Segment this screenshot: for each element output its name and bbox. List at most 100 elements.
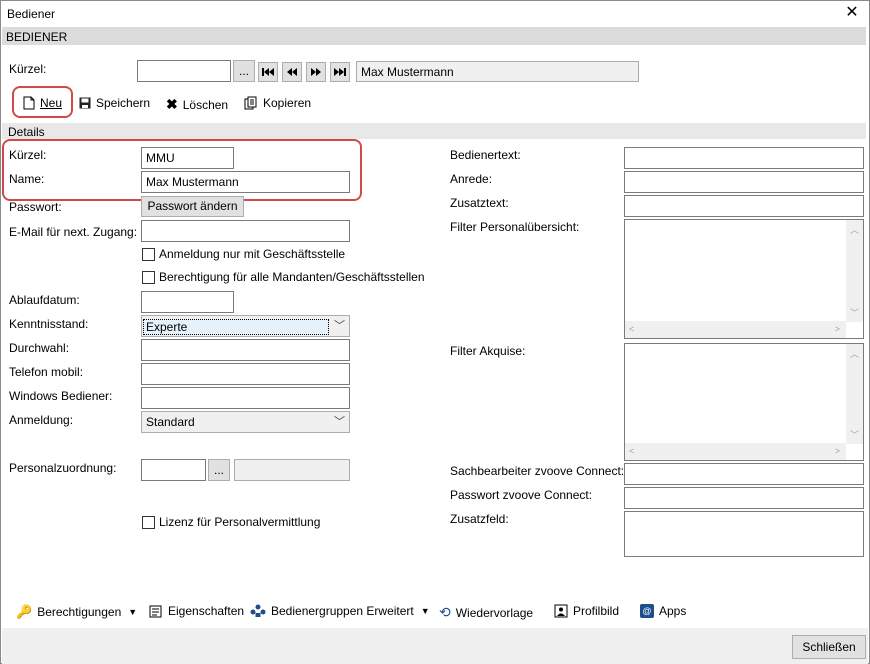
- status-bar: Schließen: [2, 628, 868, 664]
- top-kuerzel-input[interactable]: [137, 60, 231, 82]
- prev-record-icon[interactable]: [282, 62, 302, 82]
- scroll-up-icon[interactable]: ︿: [850, 347, 859, 360]
- filter-personal-label: Filter Personalübersicht:: [450, 220, 580, 234]
- anmeldung-label: Anmeldung:: [9, 413, 74, 427]
- kenntnisstand-select[interactable]: Experte ﹀: [141, 315, 350, 337]
- anmeldung-select[interactable]: Standard ﹀: [141, 411, 350, 433]
- filter-akquise-label: Filter Akquise:: [450, 344, 526, 358]
- dropdown-arrow-icon: ▼: [128, 607, 138, 617]
- email-label: E-Mail für next. Zugang:: [9, 225, 138, 239]
- berechtigungen-button[interactable]: 🔑 Berechtigungen ▼: [16, 604, 137, 620]
- checkbox-label: Berechtigung für alle Mandanten/Geschäft…: [159, 270, 425, 284]
- sachbearbeiter-connect-label: Sachbearbeiter zvoove Connect:: [450, 464, 625, 478]
- delete-button[interactable]: ✖ Löschen: [166, 96, 228, 113]
- durchwahl-label: Durchwahl:: [9, 341, 70, 355]
- anrede-label: Anrede:: [450, 172, 493, 186]
- filter-personal-textarea[interactable]: ︿ ﹀ < >: [624, 219, 864, 339]
- personalzuordnung-browse-button[interactable]: ...: [208, 459, 230, 481]
- close-icon[interactable]: ✕: [843, 4, 861, 22]
- telefon-mobil-label: Telefon mobil:: [9, 365, 84, 379]
- scroll-right-icon[interactable]: >: [835, 324, 840, 334]
- personalzuordnung-display: [234, 459, 350, 481]
- refresh-icon: ⟲: [439, 604, 451, 620]
- kuerzel-label: Kürzel:: [9, 148, 47, 162]
- anmeldung-geschaeftsstelle-checkbox[interactable]: Anmeldung nur mit Geschäftsstelle: [142, 247, 345, 261]
- horizontal-scrollbar[interactable]: < >: [625, 321, 846, 338]
- scroll-right-icon[interactable]: >: [835, 446, 840, 456]
- bedienertext-input[interactable]: [624, 147, 864, 169]
- kenntnisstand-value: Experte: [143, 319, 329, 335]
- personalzuordnung-input[interactable]: [141, 459, 206, 481]
- checkbox-box[interactable]: [142, 247, 155, 261]
- picture-icon: [554, 604, 568, 618]
- vertical-scrollbar[interactable]: ︿ ﹀: [846, 220, 863, 322]
- copy-button[interactable]: Kopieren: [244, 96, 311, 110]
- windows-bediener-label: Windows Bediener:: [9, 389, 113, 403]
- new-button[interactable]: Neu: [23, 96, 62, 110]
- wiedervorlage-button[interactable]: ⟲ Wiedervorlage: [439, 604, 533, 621]
- kuerzel-input[interactable]: MMU: [141, 147, 234, 169]
- top-kuerzel-label: Kürzel:: [9, 62, 47, 76]
- ablaufdatum-label: Ablaufdatum:: [9, 293, 80, 307]
- passwort-connect-input[interactable]: [624, 487, 864, 509]
- checkbox-label: Anmeldung nur mit Geschäftsstelle: [159, 247, 346, 261]
- profilbild-button[interactable]: Profilbild: [554, 604, 619, 618]
- scroll-down-icon[interactable]: ﹀: [850, 428, 859, 441]
- filter-akquise-textarea[interactable]: ︿ ﹀ < >: [624, 343, 864, 461]
- scroll-left-icon[interactable]: <: [629, 324, 634, 334]
- save-button-label: Speichern: [96, 96, 151, 110]
- user-group-icon: [250, 604, 266, 617]
- checkbox-box[interactable]: [142, 515, 155, 529]
- apps-button[interactable]: @ Apps: [640, 604, 686, 618]
- berechtigung-mandanten-checkbox[interactable]: Berechtigung für alle Mandanten/Geschäft…: [142, 270, 425, 284]
- anmeldung-value: Standard: [146, 415, 195, 429]
- new-button-label: Neu: [40, 96, 63, 110]
- key-icon: 🔑: [16, 604, 33, 619]
- next-record-icon[interactable]: [306, 62, 326, 82]
- name-input[interactable]: Max Mustermann: [141, 171, 350, 193]
- change-password-button[interactable]: Passwort ändern: [141, 196, 244, 217]
- passwort-connect-label: Passwort zvoove Connect:: [450, 488, 593, 502]
- kenntnisstand-label: Kenntnisstand:: [9, 317, 89, 331]
- bedienergruppen-label: Bedienergruppen Erweitert: [271, 604, 414, 618]
- save-icon: [79, 97, 91, 109]
- telefon-mobil-input[interactable]: [141, 363, 350, 385]
- zusatzfeld-textarea[interactable]: [624, 511, 864, 557]
- windows-bediener-input[interactable]: [141, 387, 350, 409]
- bedienertext-label: Bedienertext:: [450, 148, 521, 162]
- last-record-icon[interactable]: [330, 62, 350, 82]
- checkbox-box[interactable]: [142, 270, 155, 284]
- zusatzfeld-label: Zusatzfeld:: [450, 512, 509, 526]
- vertical-scrollbar[interactable]: ︿ ﹀: [846, 344, 863, 444]
- bedienergruppen-button[interactable]: Bedienergruppen Erweitert ▼: [250, 604, 430, 618]
- chevron-down-icon: ﹀: [334, 416, 345, 428]
- eigenschaften-label: Eigenschaften: [168, 604, 245, 618]
- profilbild-label: Profilbild: [573, 604, 620, 618]
- zusatztext-label: Zusatztext:: [450, 196, 509, 210]
- delete-icon: ✖: [166, 96, 178, 112]
- durchwahl-input[interactable]: [141, 339, 350, 361]
- scroll-up-icon[interactable]: ︿: [850, 223, 859, 236]
- horizontal-scrollbar[interactable]: < >: [625, 443, 846, 460]
- zusatztext-input[interactable]: [624, 195, 864, 217]
- anrede-input[interactable]: [624, 171, 864, 193]
- first-record-icon[interactable]: [258, 62, 278, 82]
- scroll-left-icon[interactable]: <: [629, 446, 634, 456]
- new-document-icon: [23, 96, 35, 110]
- section-header: BEDIENER: [2, 27, 866, 45]
- lizenz-personalvermittlung-checkbox[interactable]: Lizenz für Personalvermittlung: [142, 515, 320, 529]
- ablaufdatum-input[interactable]: [141, 291, 234, 313]
- scroll-down-icon[interactable]: ﹀: [850, 306, 859, 319]
- eigenschaften-button[interactable]: Eigenschaften: [149, 604, 244, 618]
- copy-icon: [244, 96, 257, 110]
- save-button[interactable]: Speichern: [79, 96, 150, 110]
- email-input[interactable]: [141, 220, 350, 242]
- top-name-display: Max Mustermann: [356, 61, 639, 82]
- apps-icon: @: [640, 604, 654, 618]
- close-button[interactable]: Schließen: [792, 635, 866, 659]
- title-bar: Bediener ✕: [1, 1, 869, 27]
- window-title: Bediener: [7, 7, 56, 21]
- sachbearbeiter-connect-input[interactable]: [624, 463, 864, 485]
- personalzuordnung-label: Personalzuordnung:: [9, 461, 117, 475]
- top-browse-button[interactable]: ...: [233, 60, 255, 82]
